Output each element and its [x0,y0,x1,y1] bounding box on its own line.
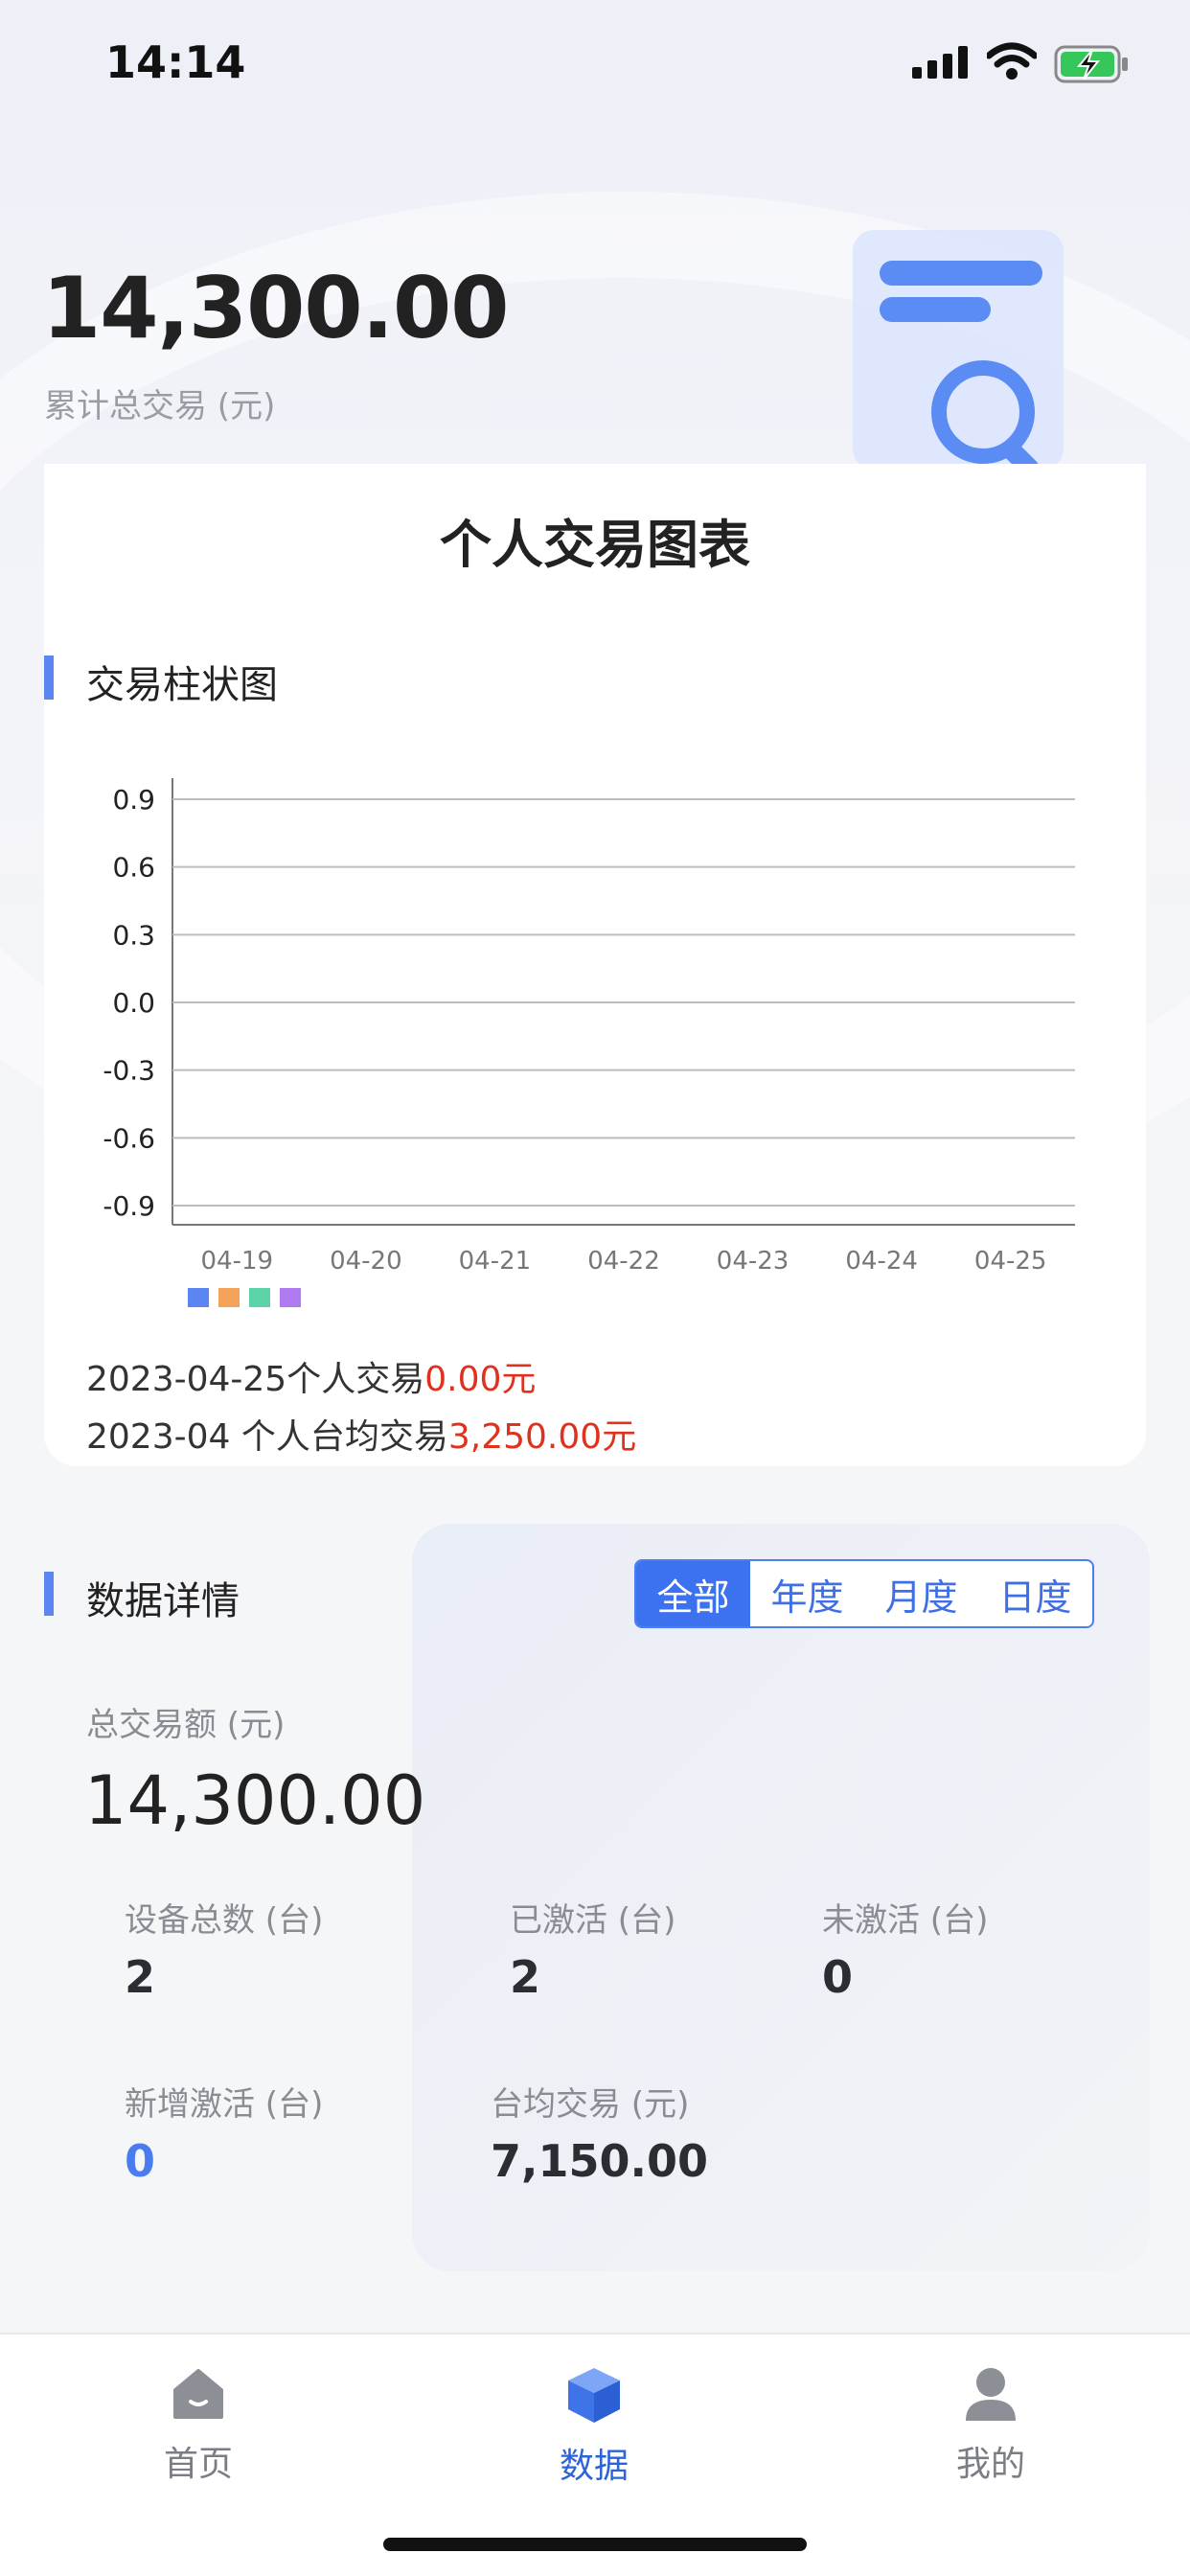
x-tick-label: 04-19 [201,1247,274,1276]
tab-data[interactable]: 数据 [498,2365,690,2488]
transaction-bar-chart: 0.9 0.6 0.3 0.0 -0.3 -0.6 -0.9 04-19 04-20 04-21 0… [103,778,1075,1307]
y-tick-label: -0.6 [103,1122,155,1154]
x-tick-label: 04-25 [974,1247,1047,1276]
activated-value: 2 [510,1951,541,2003]
tab-mine-label: 我的 [955,2445,1025,2484]
y-tick-label: 0.0 [112,987,155,1019]
section-accent-bar [44,1572,54,1616]
home-icon [173,2369,223,2419]
average-per-device-label: 台均交易 (元) [491,2085,690,2124]
y-tick-label: 0.9 [112,784,155,816]
monthly-average-unit: 元 [602,1417,637,1457]
user-icon [966,2368,1016,2421]
cube-icon [568,2368,620,2423]
legend-swatch [280,1288,301,1307]
filter-year-tab[interactable]: 年度 [750,1561,864,1626]
battery-charging-icon [1054,45,1128,83]
monthly-average-label: 2023-04 个人台均交易 [86,1417,448,1457]
legend-swatch [188,1288,209,1307]
x-tick-label: 04-24 [845,1247,918,1276]
activated-label: 已激活 (台) [510,1901,676,1940]
filter-month-tab[interactable]: 月度 [864,1561,978,1626]
period-filter: 全部 年度 月度 日度 [634,1559,1094,1628]
filter-day-tab[interactable]: 日度 [978,1561,1092,1626]
daily-transaction-label: 2023-04-25个人交易 [86,1360,425,1399]
average-per-device-value: 7,150.00 [491,2135,708,2187]
daily-transaction-unit: 元 [501,1360,537,1399]
signal-icon [912,46,968,79]
new-activation-value: 0 [125,2135,156,2187]
x-tick-label: 04-23 [717,1247,790,1276]
legend-swatch [249,1288,270,1307]
status-time: 14:14 [105,36,246,88]
legend-swatch [218,1288,240,1307]
inactive-value: 0 [822,1951,854,2003]
search-document-illustration [853,230,1064,470]
y-tick-label: 0.6 [112,852,155,884]
tab-home[interactable]: 首页 [103,2365,294,2486]
monthly-average-amount: 3,250.00 [447,1417,603,1457]
new-activation-label: 新增激活 (台) [125,2085,324,2124]
total-volume-value: 14,300.00 [84,1761,426,1840]
x-tick-label: 04-22 [587,1247,660,1276]
status-bar: 14:14 [0,0,1190,128]
y-tick-label: -0.3 [103,1055,155,1087]
daily-transaction-amount: 0.00 [424,1360,502,1399]
total-volume-label: 总交易额 (元) [86,1706,286,1744]
tab-home-label: 首页 [163,2445,233,2484]
x-tick-label: 04-21 [459,1247,532,1276]
device-total-value: 2 [125,1951,156,2003]
details-section-title: 数据详情 [86,1579,240,1623]
tab-data-label: 数据 [559,2447,629,2486]
total-amount-label: 累计总交易 (元) [44,387,276,426]
y-tick-label: 0.3 [112,919,155,951]
tab-mine[interactable]: 我的 [895,2365,1087,2486]
daily-transaction-note: 2023-04-25个人交易0.00元 [86,1351,536,1401]
x-tick-label: 04-20 [330,1247,402,1276]
monthly-average-note: 2023-04 个人台均交易3,250.00元 [86,1409,636,1459]
wifi-icon [987,42,1037,80]
device-total-label: 设备总数 (台) [125,1901,324,1940]
inactive-label: 未激活 (台) [822,1901,989,1940]
data-page: 14:14 14,300.00 累计总交易 (元) 个人交易图表 交易柱状图 0… [0,0,1190,2576]
total-amount: 14,300.00 [42,259,509,357]
home-indicator[interactable] [383,2538,807,2551]
y-tick-label: -0.9 [103,1190,155,1222]
chart-card: 个人交易图表 交易柱状图 0.9 0.6 0.3 0.0 -0.3 -0.6 -0.9 04-… [44,464,1146,1466]
filter-all-tab[interactable]: 全部 [636,1561,750,1626]
